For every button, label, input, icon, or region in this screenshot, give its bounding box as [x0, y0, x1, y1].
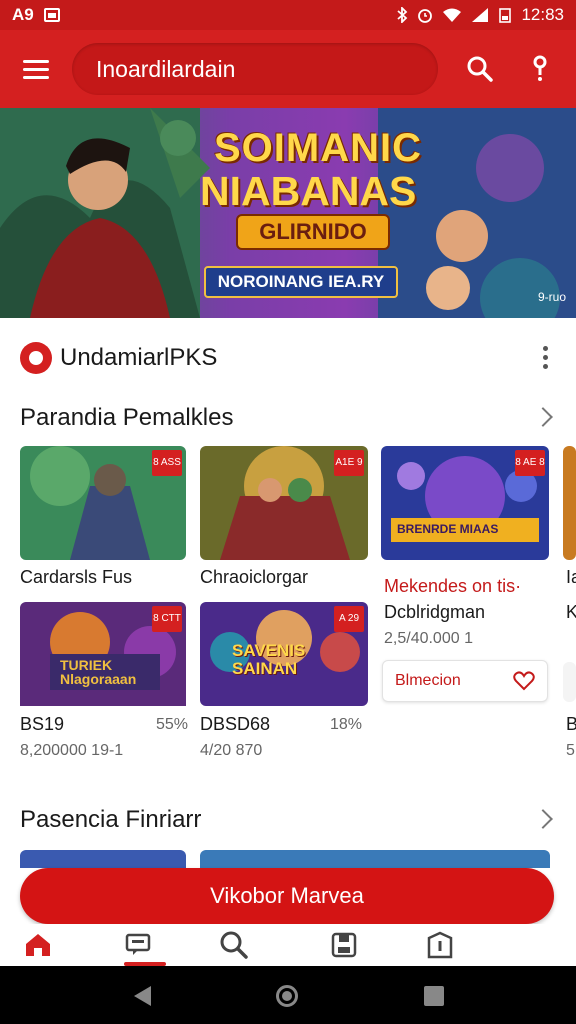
thumbnail-strip [200, 850, 550, 868]
hamburger-menu-icon[interactable] [0, 30, 72, 108]
brand-row: UndamiarlPKS [20, 342, 217, 374]
primary-action-button[interactable]: Vikobor Marvea [20, 868, 554, 924]
chat-icon[interactable] [108, 924, 168, 966]
status-bar: A9 12:83 [0, 0, 576, 30]
game-price: BS19 [20, 714, 65, 734]
game-meta: 2,5/40.000 1 [384, 630, 473, 647]
price-badge: 8 AE 8 [515, 450, 545, 476]
game-thumbnail[interactable]: A1E 9 [200, 446, 368, 560]
carrier-label: A9 [12, 5, 34, 24]
brand-logo-icon [20, 342, 52, 374]
content-area: UndamiarlPKS Parandia Pemalkles 8 ASS Ca… [0, 318, 576, 868]
search-icon[interactable] [450, 30, 510, 108]
thumbnail-strip [20, 850, 186, 868]
game-art-label: TURIEK Nlagoraaan [60, 657, 137, 687]
clock: 12:83 [521, 5, 564, 24]
banner-title-line2: NIABANAS [200, 168, 417, 214]
price-badge: 8 ASS [152, 450, 182, 476]
discount-label: 55% [156, 716, 189, 733]
brand-name: UndamiarlPKS [60, 344, 218, 371]
signal-icon [472, 8, 489, 22]
game-art-label: BRENRDE MIAAS [397, 522, 499, 536]
game-title[interactable]: Chraoiclorgar [200, 567, 308, 588]
price-badge: A 29 [334, 606, 364, 632]
game-price-partial: B [566, 714, 576, 734]
price-badge: 8 CTT [152, 606, 182, 632]
game-title[interactable]: Mekendes on tis· [384, 576, 521, 597]
game-meta: 4/20 870 [200, 742, 263, 759]
notification-icon [43, 8, 60, 22]
kebab-menu-icon[interactable] [543, 346, 548, 369]
search-bar[interactable]: Inoardilardain [72, 43, 438, 95]
heart-icon[interactable] [513, 671, 535, 691]
game-thumbnail[interactable] [563, 662, 576, 702]
game-thumbnail[interactable]: 8 ASS [20, 446, 186, 560]
wishlist-row[interactable]: Blmecion [382, 660, 548, 702]
game-art-label: SAVENIS SAINAN [232, 641, 306, 678]
game-meta-partial: 5 [566, 742, 575, 759]
game-price: DBSD68 [200, 714, 271, 734]
game-thumbnail[interactable]: 8 AE 8 BRENRDE MIAAS [381, 446, 549, 560]
game-thumbnail[interactable] [563, 446, 576, 560]
saved-icon[interactable] [314, 924, 374, 966]
home-button-icon[interactable] [276, 985, 298, 1007]
alarm-icon [418, 9, 433, 23]
battery-icon [499, 8, 512, 23]
game-meta: 8,200000 19-1 [20, 742, 124, 759]
bottom-nav [0, 924, 576, 966]
chevron-right-icon[interactable] [533, 809, 553, 829]
app-screen: A9 12:83 Inoardilardain SOIMANIC NIABANA… [0, 0, 576, 1024]
search-tab-icon[interactable] [204, 924, 264, 966]
game-subtitle: Dcblridgman [384, 602, 486, 622]
price-badge: A1E 9 [334, 450, 364, 476]
section-title: Pasencia Finriarr [20, 806, 202, 833]
section-title: Parandia Pemalkles [20, 404, 234, 431]
discount-label: 18% [330, 716, 363, 733]
wifi-icon [443, 8, 462, 22]
chevron-right-icon[interactable] [533, 407, 553, 427]
banner-title-line1: SOIMANIC [214, 126, 422, 170]
back-icon[interactable] [134, 986, 151, 1006]
home-icon[interactable] [8, 924, 68, 966]
recents-icon[interactable] [424, 986, 444, 1006]
bluetooth-icon [397, 7, 408, 23]
system-navigation-bar [0, 966, 576, 1024]
promo-banner[interactable]: SOIMANIC NIABANAS GLIRNIDO NOROINANG IEA… [0, 108, 576, 318]
banner-subtitle: NOROINANG IEA.RY [204, 266, 398, 298]
game-title-partial: Ia [566, 567, 576, 587]
app-bar: Inoardilardain [0, 30, 576, 108]
banner-title-line3: GLIRNIDO [236, 214, 390, 250]
more-options-icon[interactable] [510, 30, 570, 108]
game-title-partial: K [566, 602, 576, 622]
game-thumbnail[interactable]: 8 CTT TURIEK Nlagoraaan [20, 602, 186, 716]
banner-corner-text: 9-ruo [537, 290, 566, 304]
info-icon[interactable] [410, 924, 470, 966]
game-thumbnail[interactable]: A 29 SAVENIS SAINAN [200, 602, 368, 706]
wishlist-label: Blmecion [395, 672, 461, 689]
game-title[interactable]: Cardarsls Fus [20, 567, 132, 588]
